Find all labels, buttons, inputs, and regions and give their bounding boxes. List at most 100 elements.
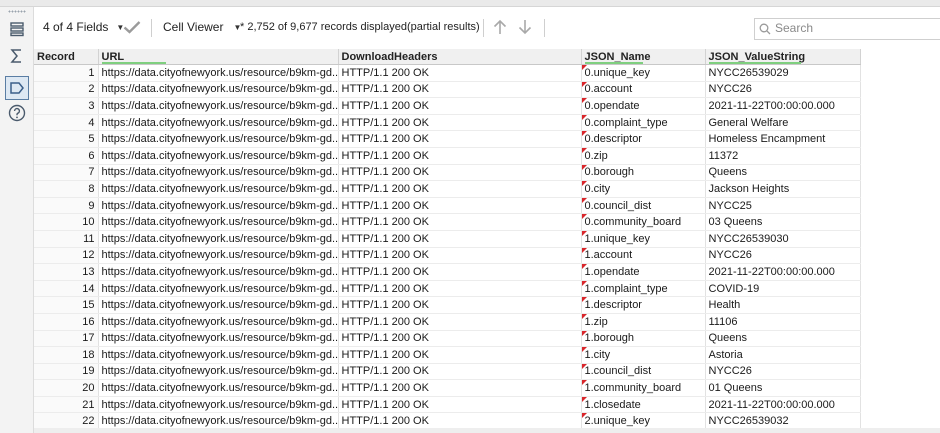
scroll-down-button[interactable]: [518, 7, 532, 47]
table-row[interactable]: 3 https://data.cityofnewyork.us/resource…: [34, 97, 861, 115]
table-row[interactable]: 17 https://data.cityofnewyork.us/resourc…: [34, 330, 861, 348]
json-value-cell[interactable]: 11106: [705, 313, 861, 331]
table-row[interactable]: 19 https://data.cityofnewyork.us/resourc…: [34, 363, 861, 381]
json-name-cell[interactable]: 0.opendate: [581, 97, 706, 115]
json-value-cell[interactable]: Queens: [705, 164, 861, 182]
download-headers-cell[interactable]: HTTP/1.1 200 OK: [338, 379, 582, 397]
search-input[interactable]: [775, 20, 935, 36]
search-box[interactable]: [754, 18, 940, 40]
json-value-cell[interactable]: Homeless Encampment: [705, 130, 861, 148]
json-value-cell[interactable]: 2021-11-22T00:00:00.000: [705, 396, 861, 414]
url-cell[interactable]: https://data.cityofnewyork.us/resource/b…: [98, 130, 339, 148]
json-value-cell[interactable]: 03 Queens: [705, 213, 861, 231]
download-headers-cell[interactable]: HTTP/1.1 200 OK: [338, 130, 582, 148]
json-name-cell[interactable]: 1.community_board: [581, 379, 706, 397]
json-value-cell[interactable]: NYCC26: [705, 363, 861, 381]
download-headers-cell[interactable]: HTTP/1.1 200 OK: [338, 197, 582, 215]
url-cell[interactable]: https://data.cityofnewyork.us/resource/b…: [98, 396, 339, 414]
json-name-cell[interactable]: 1.descriptor: [581, 296, 706, 314]
json-name-cell[interactable]: 1.complaint_type: [581, 280, 706, 298]
json-value-cell[interactable]: Jackson Heights: [705, 180, 861, 198]
json-value-cell[interactable]: COVID-19: [705, 280, 861, 298]
json-name-cell[interactable]: 0.unique_key: [581, 64, 706, 82]
table-row[interactable]: 6 https://data.cityofnewyork.us/resource…: [34, 147, 861, 165]
table-row[interactable]: 7 https://data.cityofnewyork.us/resource…: [34, 164, 861, 182]
json-name-cell[interactable]: 0.descriptor: [581, 130, 706, 148]
column-header-url[interactable]: URL: [98, 49, 339, 65]
download-headers-cell[interactable]: HTTP/1.1 200 OK: [338, 313, 582, 331]
json-name-cell[interactable]: 0.community_board: [581, 213, 706, 231]
url-cell[interactable]: https://data.cityofnewyork.us/resource/b…: [98, 81, 339, 99]
cell-viewer-dropdown[interactable]: Cell Viewer ▼: [163, 7, 241, 47]
download-headers-cell[interactable]: HTTP/1.1 200 OK: [338, 396, 582, 414]
column-header-record[interactable]: Record: [34, 49, 99, 65]
horizontal-scrollbar[interactable]: [34, 428, 940, 433]
column-header-downloadheaders[interactable]: DownloadHeaders: [338, 49, 582, 65]
json-name-cell[interactable]: 1.council_dist: [581, 363, 706, 381]
download-headers-cell[interactable]: HTTP/1.1 200 OK: [338, 230, 582, 248]
table-row[interactable]: 18 https://data.cityofnewyork.us/resourc…: [34, 346, 861, 364]
json-name-cell[interactable]: 0.borough: [581, 164, 706, 182]
url-cell[interactable]: https://data.cityofnewyork.us/resource/b…: [98, 114, 339, 132]
stacked-list-icon[interactable]: [6, 18, 28, 40]
json-value-cell[interactable]: General Welfare: [705, 114, 861, 132]
json-name-cell[interactable]: 1.unique_key: [581, 230, 706, 248]
download-headers-cell[interactable]: HTTP/1.1 200 OK: [338, 296, 582, 314]
json-value-cell[interactable]: 2021-11-22T00:00:00.000: [705, 263, 861, 281]
table-row[interactable]: 2 https://data.cityofnewyork.us/resource…: [34, 81, 861, 99]
url-cell[interactable]: https://data.cityofnewyork.us/resource/b…: [98, 296, 339, 314]
json-value-cell[interactable]: Health: [705, 296, 861, 314]
apply-checkmark-button[interactable]: [123, 7, 141, 47]
json-value-cell[interactable]: NYCC26539029: [705, 64, 861, 82]
url-cell[interactable]: https://data.cityofnewyork.us/resource/b…: [98, 313, 339, 331]
url-cell[interactable]: https://data.cityofnewyork.us/resource/b…: [98, 197, 339, 215]
json-name-cell[interactable]: 0.zip: [581, 147, 706, 165]
json-name-cell[interactable]: 1.borough: [581, 330, 706, 348]
table-row[interactable]: 16 https://data.cityofnewyork.us/resourc…: [34, 313, 861, 331]
table-row[interactable]: 11 https://data.cityofnewyork.us/resourc…: [34, 230, 861, 248]
download-headers-cell[interactable]: HTTP/1.1 200 OK: [338, 213, 582, 231]
download-headers-cell[interactable]: HTTP/1.1 200 OK: [338, 147, 582, 165]
download-headers-cell[interactable]: HTTP/1.1 200 OK: [338, 114, 582, 132]
json-name-cell[interactable]: 0.complaint_type: [581, 114, 706, 132]
download-headers-cell[interactable]: HTTP/1.1 200 OK: [338, 81, 582, 99]
tag-icon[interactable]: [5, 76, 29, 100]
table-row[interactable]: 8 https://data.cityofnewyork.us/resource…: [34, 180, 861, 198]
url-cell[interactable]: https://data.cityofnewyork.us/resource/b…: [98, 97, 339, 115]
url-cell[interactable]: https://data.cityofnewyork.us/resource/b…: [98, 247, 339, 265]
json-value-cell[interactable]: 01 Queens: [705, 379, 861, 397]
json-name-cell[interactable]: 0.council_dist: [581, 197, 706, 215]
download-headers-cell[interactable]: HTTP/1.1 200 OK: [338, 330, 582, 348]
url-cell[interactable]: https://data.cityofnewyork.us/resource/b…: [98, 213, 339, 231]
download-headers-cell[interactable]: HTTP/1.1 200 OK: [338, 164, 582, 182]
json-value-cell[interactable]: NYCC26539030: [705, 230, 861, 248]
download-headers-cell[interactable]: HTTP/1.1 200 OK: [338, 97, 582, 115]
summation-icon[interactable]: [6, 45, 28, 67]
json-name-cell[interactable]: 1.opendate: [581, 263, 706, 281]
json-name-cell[interactable]: 1.zip: [581, 313, 706, 331]
url-cell[interactable]: https://data.cityofnewyork.us/resource/b…: [98, 379, 339, 397]
table-row[interactable]: 12 https://data.cityofnewyork.us/resourc…: [34, 247, 861, 265]
column-header-json-valuestring[interactable]: JSON_ValueString: [705, 49, 861, 65]
download-headers-cell[interactable]: HTTP/1.1 200 OK: [338, 346, 582, 364]
json-value-cell[interactable]: 11372: [705, 147, 861, 165]
json-name-cell[interactable]: 0.account: [581, 81, 706, 99]
url-cell[interactable]: https://data.cityofnewyork.us/resource/b…: [98, 230, 339, 248]
table-row[interactable]: 4 https://data.cityofnewyork.us/resource…: [34, 114, 861, 132]
url-cell[interactable]: https://data.cityofnewyork.us/resource/b…: [98, 330, 339, 348]
table-row[interactable]: 21 https://data.cityofnewyork.us/resourc…: [34, 396, 861, 414]
json-value-cell[interactable]: NYCC25: [705, 197, 861, 215]
table-row[interactable]: 9 https://data.cityofnewyork.us/resource…: [34, 197, 861, 215]
download-headers-cell[interactable]: HTTP/1.1 200 OK: [338, 180, 582, 198]
table-row[interactable]: 20 https://data.cityofnewyork.us/resourc…: [34, 379, 861, 397]
download-headers-cell[interactable]: HTTP/1.1 200 OK: [338, 363, 582, 381]
url-cell[interactable]: https://data.cityofnewyork.us/resource/b…: [98, 363, 339, 381]
json-name-cell[interactable]: 0.city: [581, 180, 706, 198]
url-cell[interactable]: https://data.cityofnewyork.us/resource/b…: [98, 263, 339, 281]
url-cell[interactable]: https://data.cityofnewyork.us/resource/b…: [98, 147, 339, 165]
download-headers-cell[interactable]: HTTP/1.1 200 OK: [338, 263, 582, 281]
download-headers-cell[interactable]: HTTP/1.1 200 OK: [338, 64, 582, 82]
column-header-json-name[interactable]: JSON_Name: [581, 49, 706, 65]
url-cell[interactable]: https://data.cityofnewyork.us/resource/b…: [98, 164, 339, 182]
download-headers-cell[interactable]: HTTP/1.1 200 OK: [338, 247, 582, 265]
